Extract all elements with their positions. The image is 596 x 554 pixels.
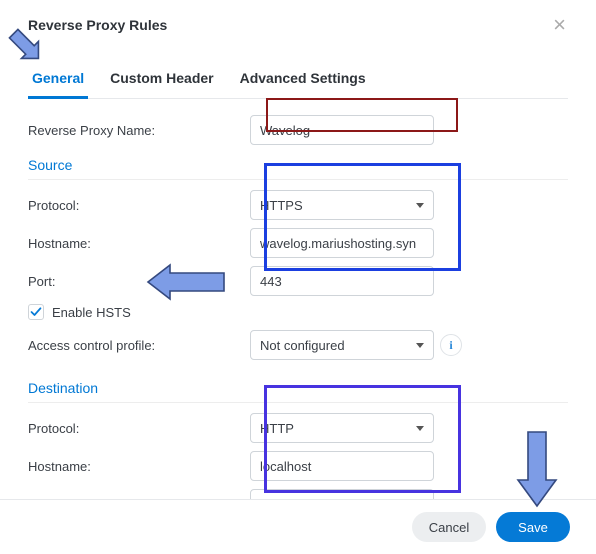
label-hsts: Enable HSTS xyxy=(52,305,131,320)
acp-value: Not configured xyxy=(260,338,345,353)
chevron-down-icon xyxy=(416,203,424,208)
label-dst-protocol: Protocol: xyxy=(28,421,250,436)
label-src-port: Port: xyxy=(28,274,250,289)
dst-hostname-input[interactable] xyxy=(250,451,434,481)
tabs: General Custom Header Advanced Settings xyxy=(28,62,568,99)
divider xyxy=(28,179,568,180)
footer: Cancel Save xyxy=(0,499,596,554)
src-hostname-input[interactable] xyxy=(250,228,434,258)
cancel-button[interactable]: Cancel xyxy=(412,512,486,542)
section-source: Source xyxy=(28,151,568,175)
src-protocol-value: HTTPS xyxy=(260,198,303,213)
proxy-name-input[interactable] xyxy=(250,115,434,145)
acp-select[interactable]: Not configured xyxy=(250,330,434,360)
src-protocol-select[interactable]: HTTPS xyxy=(250,190,434,220)
label-dst-hostname: Hostname: xyxy=(28,459,250,474)
chevron-down-icon xyxy=(416,343,424,348)
close-icon[interactable]: × xyxy=(551,14,568,36)
label-proxy-name: Reverse Proxy Name: xyxy=(28,123,250,138)
window-title: Reverse Proxy Rules xyxy=(28,17,167,33)
label-src-protocol: Protocol: xyxy=(28,198,250,213)
info-icon[interactable]: i xyxy=(440,334,462,356)
dst-protocol-select[interactable]: HTTP xyxy=(250,413,434,443)
tab-advanced-settings[interactable]: Advanced Settings xyxy=(236,62,370,99)
save-button[interactable]: Save xyxy=(496,512,570,542)
divider xyxy=(28,402,568,403)
label-src-hostname: Hostname: xyxy=(28,236,250,251)
enable-hsts-checkbox[interactable] xyxy=(28,304,44,320)
tab-general[interactable]: General xyxy=(28,62,88,99)
section-destination: Destination xyxy=(28,374,568,398)
check-icon xyxy=(30,306,42,318)
src-port-input[interactable] xyxy=(250,266,434,296)
chevron-down-icon xyxy=(416,426,424,431)
label-acp: Access control profile: xyxy=(28,338,250,353)
dst-protocol-value: HTTP xyxy=(260,421,294,436)
tab-custom-header[interactable]: Custom Header xyxy=(106,62,217,99)
